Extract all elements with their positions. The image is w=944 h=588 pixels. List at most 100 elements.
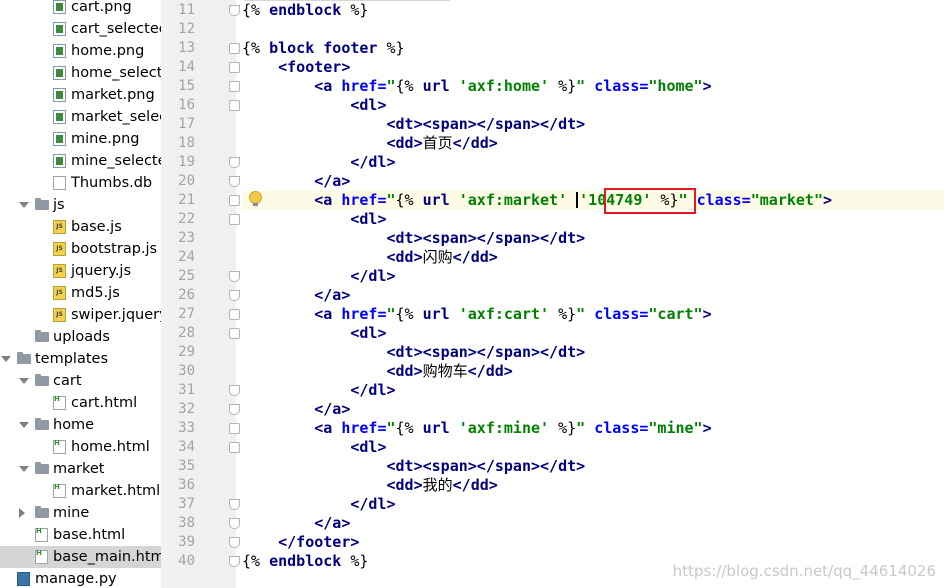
tree-item[interactable]: JS base.js — [0, 216, 161, 238]
code-line[interactable]: <dt><span></span></dt> — [242, 343, 944, 362]
tree-item[interactable]: home.png — [0, 40, 161, 62]
tree-item[interactable]: Thumbs.db — [0, 172, 161, 194]
code-line[interactable]: <a href="{% url 'axf:mine' %}" class="mi… — [242, 419, 944, 438]
fold-marker-icon[interactable] — [229, 62, 240, 73]
tree-item-label: cart_selected.png — [71, 21, 161, 37]
code-line[interactable]: <dl> — [242, 438, 944, 457]
fold-marker-icon[interactable] — [229, 157, 240, 168]
tree-item[interactable]: cart.png — [0, 0, 161, 18]
lightbulb-intention-icon[interactable] — [249, 191, 262, 206]
tree-item[interactable]: mine — [0, 502, 161, 524]
tree-item[interactable]: market_selected.png — [0, 106, 161, 128]
fold-marker-icon[interactable] — [229, 556, 240, 567]
tree-item[interactable]: uploads — [0, 326, 161, 348]
fold-marker-icon[interactable] — [229, 195, 240, 206]
tree-item[interactable]: mine_selected.png — [0, 150, 161, 172]
tree-scrollbar[interactable] — [161, 0, 170, 588]
tree-item[interactable]: market — [0, 458, 161, 480]
tree-item[interactable]: JS jquery.js — [0, 260, 161, 282]
tree-item[interactable]: market.html — [0, 480, 161, 502]
expand-arrow-icon[interactable] — [19, 202, 29, 208]
tree-item[interactable]: home — [0, 414, 161, 436]
python-file-icon — [17, 572, 30, 586]
code-line[interactable] — [242, 20, 944, 39]
code-line[interactable]: </a> — [242, 172, 944, 191]
db-file-icon — [53, 176, 66, 190]
tree-item[interactable]: home_selected.png — [0, 62, 161, 84]
expand-arrow-icon[interactable] — [19, 422, 29, 428]
tree-item[interactable]: JS swiper.jquery.js — [0, 304, 161, 326]
tree-item[interactable]: JS md5.js — [0, 282, 161, 304]
tree-item[interactable]: templates — [0, 348, 161, 370]
fold-marker-icon[interactable] — [229, 176, 240, 187]
code-line[interactable]: <a href="{% url 'axf:market' '104749' %}… — [242, 191, 944, 210]
tree-item[interactable]: mine.png — [0, 128, 161, 150]
tree-item[interactable]: js — [0, 194, 161, 216]
code-line[interactable]: </footer> — [242, 533, 944, 552]
code-line[interactable]: </dl> — [242, 381, 944, 400]
code-line[interactable]: <dl> — [242, 96, 944, 115]
fold-marker-icon[interactable] — [229, 328, 240, 339]
code-line[interactable]: </a> — [242, 286, 944, 305]
code-line[interactable]: <dt><span></span></dt> — [242, 457, 944, 476]
fold-marker-icon[interactable] — [229, 43, 240, 54]
line-number: 13 — [178, 40, 195, 56]
code-line[interactable]: </a> — [242, 514, 944, 533]
code-token: </a> — [314, 286, 351, 304]
code-line[interactable]: <dl> — [242, 210, 944, 229]
code-token: "home" — [648, 77, 703, 95]
fold-marker-icon[interactable] — [229, 404, 240, 415]
tree-item[interactable]: home.html — [0, 436, 161, 458]
code-token: {% — [395, 77, 423, 95]
fold-marker-icon[interactable] — [229, 5, 240, 16]
code-line[interactable]: <dd>购物车</dd> — [242, 362, 944, 381]
code-token: <footer> — [278, 58, 351, 76]
line-number: 19 — [178, 154, 195, 170]
tree-item[interactable]: JS bootstrap.js — [0, 238, 161, 260]
fold-marker-icon[interactable] — [229, 537, 240, 548]
code-token: <dd> — [386, 476, 423, 494]
expand-arrow-icon[interactable] — [1, 356, 11, 362]
fold-marker-icon[interactable] — [229, 518, 240, 529]
code-line[interactable]: </dl> — [242, 153, 944, 172]
fold-marker-icon[interactable] — [229, 214, 240, 225]
collapse-arrow-icon[interactable] — [19, 508, 25, 518]
code-line[interactable]: <footer> — [242, 58, 944, 77]
code-line[interactable]: <dl> — [242, 324, 944, 343]
tree-item[interactable]: base_main.html — [0, 546, 161, 568]
code-line[interactable]: <dd>闪购</dd> — [242, 248, 944, 267]
code-token: " — [386, 305, 396, 323]
fold-marker-icon[interactable] — [229, 442, 240, 453]
fold-marker-icon[interactable] — [229, 100, 240, 111]
code-line[interactable]: {% endblock %} — [242, 1, 944, 20]
tree-item[interactable]: cart_selected.png — [0, 18, 161, 40]
line-number: 17 — [178, 116, 195, 132]
code-line[interactable]: <a href="{% url 'axf:cart' %}" class="ca… — [242, 305, 944, 324]
fold-marker-icon[interactable] — [229, 423, 240, 434]
code-line[interactable]: </a> — [242, 400, 944, 419]
tree-item[interactable]: cart.html — [0, 392, 161, 414]
code-line[interactable]: {% block footer %} — [242, 39, 944, 58]
fold-marker-icon[interactable] — [229, 309, 240, 320]
code-line[interactable]: </dl> — [242, 495, 944, 514]
code-line[interactable]: <a href="{% url 'axf:home' %}" class="ho… — [242, 77, 944, 96]
tree-item[interactable]: base.html — [0, 524, 161, 546]
code-line[interactable]: </dl> — [242, 267, 944, 286]
expand-arrow-icon[interactable] — [19, 378, 29, 384]
expand-arrow-icon[interactable] — [19, 466, 29, 472]
code-line[interactable]: <dd>首页</dd> — [242, 134, 944, 153]
code-line[interactable]: <dt><span></span></dt> — [242, 115, 944, 134]
js-file-icon: JS — [53, 264, 66, 278]
fold-marker-icon[interactable] — [229, 81, 240, 92]
code-line[interactable]: <dd>我的</dd> — [242, 476, 944, 495]
fold-marker-icon[interactable] — [229, 499, 240, 510]
code-line[interactable]: <dt><span></span></dt> — [242, 229, 944, 248]
tree-item[interactable]: cart — [0, 370, 161, 392]
fold-marker-icon[interactable] — [229, 271, 240, 282]
tree-item[interactable]: manage.py — [0, 568, 161, 588]
tree-item[interactable]: market.png — [0, 84, 161, 106]
fold-marker-icon[interactable] — [229, 290, 240, 301]
fold-marker-icon[interactable] — [229, 385, 240, 396]
code-token: {% — [395, 305, 423, 323]
